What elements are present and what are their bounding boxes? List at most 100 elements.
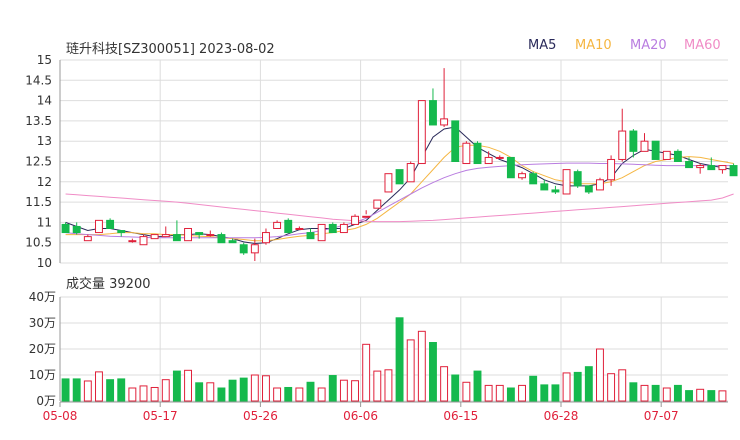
- volume-bar: [662, 387, 671, 402]
- volume-bar: [573, 371, 582, 402]
- candle-body: [640, 140, 649, 152]
- price-ytick-label: 12: [37, 175, 52, 189]
- volume-bar: [61, 378, 70, 402]
- candle-body: [362, 215, 371, 218]
- volume-bar: [239, 377, 248, 402]
- x-tick-label: 06-28: [544, 409, 579, 423]
- volume-bar: [228, 379, 237, 402]
- candle-body: [518, 173, 526, 179]
- x-tick-label: 07-07: [644, 409, 679, 423]
- volume-bar: [273, 387, 282, 402]
- volume-bar: [172, 370, 181, 402]
- candle-body: [106, 219, 115, 229]
- candle-body: [373, 199, 382, 209]
- x-tick-label: 05-26: [243, 409, 278, 423]
- candle-body: [607, 158, 616, 181]
- volume-bar: [306, 381, 315, 402]
- candle-body: [473, 142, 482, 165]
- volume-bar: [106, 379, 115, 402]
- x-tick-label: 05-17: [143, 409, 178, 423]
- volume-bar: [217, 387, 226, 402]
- candle-body: [195, 232, 204, 236]
- volume-bar: [651, 384, 660, 402]
- volume-bar: [618, 369, 627, 402]
- candle-body: [696, 165, 705, 169]
- volume-bar: [629, 382, 638, 402]
- price-ytick-label: 14: [37, 94, 52, 108]
- volume-bar: [584, 366, 593, 402]
- volume-bar: [718, 390, 727, 402]
- volume-bar: [596, 348, 604, 402]
- volume-bar: [128, 387, 137, 402]
- price-ytick-label: 11: [37, 215, 52, 229]
- candle-body: [72, 225, 81, 234]
- volume-bar: [161, 379, 170, 402]
- candle-body: [529, 173, 538, 185]
- candle-body: [584, 185, 593, 193]
- volume-bar: [317, 387, 326, 402]
- ma-line-ma10: [65, 144, 734, 242]
- volume-ytick-label: 20万: [29, 342, 56, 356]
- candle-body: [685, 161, 693, 169]
- volume-bar: [685, 390, 693, 402]
- volume-bar: [150, 386, 159, 402]
- x-tick-label: 06-06: [343, 409, 378, 423]
- volume-bar: [462, 381, 471, 402]
- candle-body: [662, 150, 671, 160]
- price-ytick-label: 14.5: [25, 73, 52, 87]
- candle-body: [228, 240, 237, 244]
- volume-bar: [384, 369, 393, 402]
- candle-body: [506, 156, 515, 179]
- candle-body: [451, 120, 460, 162]
- candle-body: [573, 171, 582, 187]
- candle-body: [395, 169, 404, 185]
- volume-bar: [373, 370, 382, 402]
- volume-bar: [640, 384, 649, 402]
- volume-bar: [139, 385, 148, 402]
- candle-body: [150, 234, 159, 240]
- candle-body: [484, 156, 493, 165]
- candlestick-chart: 15 14.5 14 13.5 13 12.5 12 11.5 11 10.5 10 40万 30万 20…: [25, 53, 738, 423]
- candle-body: [707, 165, 716, 171]
- volume-bar: [328, 375, 337, 402]
- candle-body: [328, 223, 337, 234]
- volume-bar: [95, 371, 103, 402]
- candle-body: [306, 232, 315, 240]
- price-ytick-label: 13: [37, 134, 52, 148]
- candle-body: [206, 234, 215, 237]
- volume-bar: [607, 373, 616, 402]
- volume-bar: [262, 375, 270, 402]
- volume-bar: [295, 387, 304, 402]
- candle-body: [273, 221, 282, 229]
- volume-bar: [395, 317, 404, 402]
- volume-bar: [184, 369, 192, 402]
- volume-bar: [506, 387, 515, 402]
- volume-bar: [518, 384, 526, 402]
- candle-body: [239, 244, 248, 254]
- volume-bar: [562, 372, 571, 402]
- candle-body: [540, 183, 549, 191]
- candle-body: [139, 236, 148, 246]
- candle-body: [284, 219, 293, 234]
- volume-bar: [406, 339, 415, 402]
- candle-body: [651, 140, 660, 160]
- volume-bar: [117, 378, 126, 402]
- candle-body: [440, 118, 449, 126]
- volume-bar: [339, 379, 348, 402]
- price-ytick-label: 15: [37, 53, 52, 67]
- candle-body: [128, 240, 137, 243]
- candle-body: [406, 163, 415, 183]
- volume-bar: [551, 384, 560, 402]
- candle-body: [339, 223, 348, 234]
- volume-bar: [440, 366, 449, 402]
- price-ytick-label: 13.5: [25, 114, 52, 128]
- candle-body: [551, 189, 560, 193]
- candle-body: [295, 227, 304, 230]
- candle-body: [117, 230, 126, 234]
- candle-body: [417, 100, 426, 165]
- volume-bar: [495, 384, 504, 402]
- volume-bar: [429, 342, 437, 402]
- candle-body: [629, 130, 638, 152]
- price-ytick-label: 12.5: [25, 155, 52, 169]
- volume-bar: [206, 382, 215, 402]
